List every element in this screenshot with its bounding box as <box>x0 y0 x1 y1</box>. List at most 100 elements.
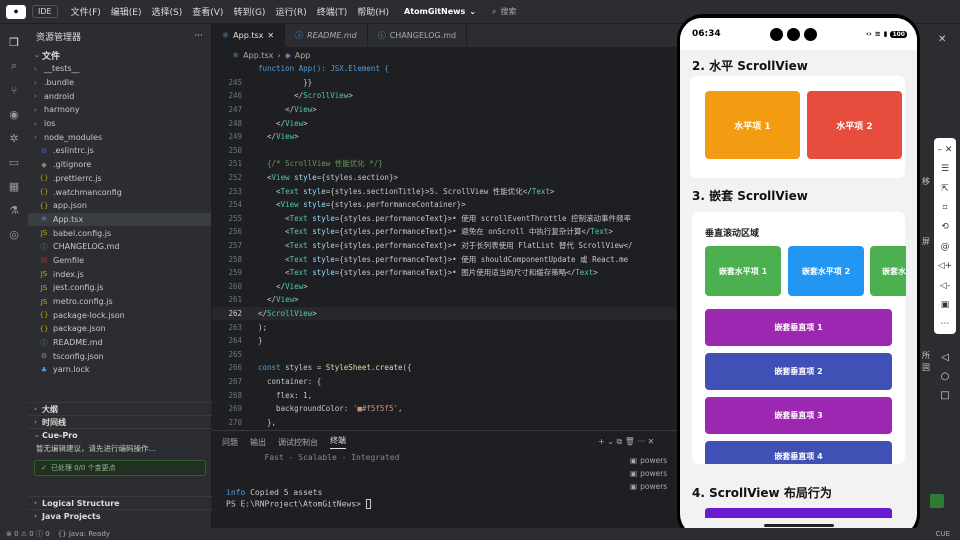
tree-item[interactable]: › ios <box>28 117 211 131</box>
menu-view[interactable]: 查看(V) <box>187 5 228 18</box>
code-line[interactable]: 251 {/* ScrollView 性能优化 */} <box>212 157 682 171</box>
breadcrumb-file[interactable]: App.tsx <box>243 51 273 60</box>
code-line[interactable]: 268 flex: 1, <box>212 388 682 402</box>
terminal-item[interactable]: ▣ powers <box>630 467 682 480</box>
code-line[interactable]: 263); <box>212 320 682 334</box>
code-line[interactable]: 255 <Text style={styles.performanceText}… <box>212 212 682 226</box>
horizontal-item[interactable]: 水平项 1 <box>705 91 800 159</box>
timeline-section[interactable]: › 时间线 <box>28 415 212 428</box>
cue-section[interactable]: ⌄ Cue-Pro <box>28 428 212 441</box>
code-line[interactable]: 250 <box>212 144 682 158</box>
nested-vertical-item[interactable]: 嵌套垂直项 3 <box>705 397 892 434</box>
eye-icon[interactable]: ◉ <box>0 102 28 126</box>
search-icon[interactable]: ⌕ <box>0 54 28 78</box>
volume-up-icon[interactable]: ◁+ <box>938 256 952 275</box>
code-line[interactable]: 256 <Text style={styles.performanceText}… <box>212 225 682 239</box>
terminal-item[interactable]: ▣ powers <box>630 480 682 493</box>
code-line[interactable]: 249 </View> <box>212 130 682 144</box>
code-line[interactable]: 252 <View style={styles.section}> <box>212 171 682 185</box>
home-indicator[interactable] <box>764 524 834 527</box>
tree-item[interactable]: {} .prettierrc.js <box>28 172 211 186</box>
tree-item[interactable]: JS metro.config.js <box>28 295 211 309</box>
tree-root[interactable]: ⌄ 文件 <box>28 48 211 62</box>
close-icon[interactable]: ✕ <box>938 34 946 45</box>
extensions-icon[interactable]: ▦ <box>0 174 28 198</box>
tree-item[interactable]: › __tests__ <box>28 62 211 76</box>
code-line[interactable]: 259 <Text style={styles.performanceText}… <box>212 266 682 280</box>
code-line[interactable]: 264} <box>212 334 682 348</box>
menu-file[interactable]: 文件(F) <box>66 5 106 18</box>
source-control-icon[interactable]: ⑂ <box>0 78 28 102</box>
layout-item[interactable] <box>705 508 892 518</box>
tree-item[interactable]: {} app.json <box>28 199 211 213</box>
home-icon[interactable]: ○ <box>941 371 950 382</box>
outline-section[interactable]: › 大纲 <box>28 402 212 415</box>
menu-icon[interactable]: ☰ <box>941 159 949 178</box>
code-view[interactable]: function App(): JSX.Element { 245 }} 246 … <box>212 62 682 430</box>
code-line[interactable]: 270 }, <box>212 415 682 429</box>
tree-item[interactable]: ⓘ README.md <box>28 336 211 350</box>
problems-indicator[interactable]: ⊗ 0 ⚠ 0 ⓘ 0 <box>6 529 50 539</box>
nested-horizontal-item[interactable]: 嵌套水平项 1 <box>705 246 781 296</box>
tree-item[interactable]: ⓘ CHANGELOG.md <box>28 240 211 254</box>
terminal-item[interactable]: ▣ powers <box>630 454 682 467</box>
java-status[interactable]: {} Java: Ready <box>58 530 110 538</box>
back-icon[interactable]: ◁ <box>941 352 949 363</box>
debug-icon[interactable]: ✲ <box>0 126 28 150</box>
tab-terminal[interactable]: 终端 <box>330 435 346 449</box>
more-icon[interactable]: ··· <box>194 31 203 41</box>
screenshot-icon[interactable]: ▣ <box>941 295 950 314</box>
code-line[interactable]: 247 </View> <box>212 103 682 117</box>
logical-structure-section[interactable]: › Logical Structure <box>28 496 212 509</box>
code-line[interactable]: 267 container: { <box>212 375 682 389</box>
search-box[interactable]: ⌕ 搜索 <box>492 6 516 17</box>
tree-item[interactable]: ♣ yarn.lock <box>28 363 211 377</box>
menu-select[interactable]: 选择(S) <box>147 5 188 18</box>
horizontal-item[interactable]: 水平项 2 <box>807 91 902 159</box>
code-line[interactable]: 257 <Text style={styles.performanceText}… <box>212 239 682 253</box>
tree-item[interactable]: JS babel.config.js <box>28 226 211 240</box>
menu-run[interactable]: 运行(R) <box>270 5 311 18</box>
tree-item[interactable]: {} .watchmanconfig <box>28 185 211 199</box>
code-line[interactable]: 248 </View> <box>212 116 682 130</box>
code-line[interactable]: 246 </ScrollView> <box>212 89 682 103</box>
tab-changelog[interactable]: ⓘ CHANGELOG.md <box>368 23 468 48</box>
terminal-prompt[interactable]: PS E:\RNProject\AtomGitNews> <box>226 499 682 511</box>
code-line[interactable]: 245 }} <box>212 76 682 90</box>
code-line[interactable]: 258 <Text style={styles.performanceText}… <box>212 252 682 266</box>
nested-horizontal-item[interactable]: 嵌套水 <box>870 246 906 296</box>
add-terminal-icon[interactable]: + ⌄ ⧉ 🗑 ··· ✕ <box>598 437 654 447</box>
flask-icon[interactable]: ⚗ <box>0 198 28 222</box>
phone-screen[interactable]: 06:34 ‹› ≋ ▮ 100 2. 水平 ScrollView 水平项 1 水平项… <box>680 18 917 536</box>
code-line[interactable]: 265 <box>212 347 682 361</box>
tab-app-tsx[interactable]: ⚛ App.tsx ✕ <box>212 23 286 48</box>
recent-icon[interactable]: □ <box>940 390 949 401</box>
terminal-output[interactable]: Fast - Scalable - Integrated info Copied… <box>212 453 682 511</box>
nested-horizontal-item[interactable]: 嵌套水平项 2 <box>788 246 864 296</box>
close-icon[interactable]: ✕ <box>267 31 274 40</box>
code-line[interactable]: 254 <View style={styles.performanceConta… <box>212 198 682 212</box>
cue-status-item[interactable]: CUE <box>936 530 950 538</box>
tab-problems[interactable]: 问题 <box>222 437 238 448</box>
tree-item[interactable]: {} package-lock.json <box>28 308 211 322</box>
java-projects-section[interactable]: › Java Projects <box>28 509 212 522</box>
tree-item[interactable]: ⚛ App.tsx <box>28 212 211 227</box>
tree-item[interactable]: ▤ Gemfile <box>28 254 211 268</box>
explorer-icon[interactable]: ❐ <box>0 30 28 54</box>
code-line[interactable]: 266 const styles = StyleSheet.create({ <box>212 361 682 375</box>
breadcrumb-symbol[interactable]: App <box>295 51 311 60</box>
project-switcher[interactable]: AtomGitNews ⌄ <box>404 7 476 16</box>
send-button[interactable] <box>930 494 944 508</box>
tree-item[interactable]: › node_modules <box>28 130 211 144</box>
code-line[interactable]: 253 <Text style={styles.sectionTitle}>5.… <box>212 184 682 198</box>
nested-vertical-item[interactable]: 嵌套垂直项 2 <box>705 353 892 390</box>
plugin-icon[interactable]: ◎ <box>0 222 28 246</box>
menu-help[interactable]: 帮助(H) <box>352 5 394 18</box>
tree-item[interactable]: › harmony <box>28 103 211 117</box>
tree-item[interactable]: ⊙ .eslintrc.js <box>28 144 211 158</box>
menu-edit[interactable]: 编辑(E) <box>106 5 147 18</box>
device-icon[interactable]: ▭ <box>0 150 28 174</box>
code-line[interactable]: 261 </View> <box>212 293 682 307</box>
location-icon[interactable]: @ <box>941 237 950 256</box>
code-line[interactable]: 262 </ScrollView> <box>212 306 682 321</box>
